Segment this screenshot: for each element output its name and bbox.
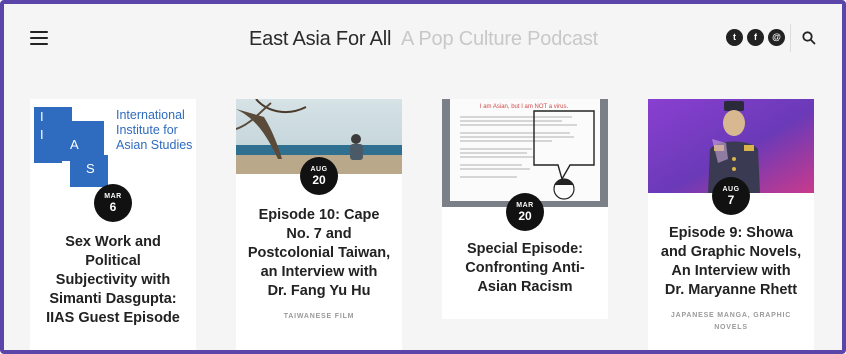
post-title-line: Political [85,253,141,269]
date-badge: AUG 7 [712,177,750,215]
post-title[interactable]: Episode 9: Showa and Graphic Novels, An … [648,224,814,300]
date-day: 20 [312,173,326,187]
post-category-line: NOVELS [714,324,748,331]
post-title-line: Postcolonial Taiwan, [247,245,391,261]
post-title-line: Dr. Fang Yu Hu [267,283,371,299]
post-card[interactable]: AUG 20 Episode 10: Cape No. 7 and Postco… [236,99,402,350]
post-title-line: an Interview with [260,264,378,280]
post-title-line: Confronting Anti- [465,260,585,276]
post-card[interactable]: AUG 7 Episode 9: Showa and Graphic Novel… [648,99,814,350]
date-day: 7 [727,193,735,207]
site-title[interactable]: East Asia For All [249,28,391,51]
site-tagline: A Pop Culture Podcast [401,28,599,50]
date-badge: AUG 20 [300,157,338,195]
facebook-icon[interactable]: f [747,29,764,46]
post-title-line: Asian Racism [477,279,573,295]
iias-letter: I [40,127,44,142]
post-title-line: Sex Work and [65,234,161,250]
post-title-line: Dr. Maryanne Rhett [664,282,798,298]
hamburger-menu-icon[interactable] [30,31,48,45]
post-card[interactable]: I I A S International Institute for Asia… [30,99,196,350]
iias-org-name-line: Institute for [116,123,178,137]
header-divider [790,24,791,52]
post-thumbnail-protest-sign[interactable]: I am Asian, but I am NOT a virus. [442,99,608,207]
post-title-line: Episode 9: Showa [668,225,794,241]
post-title-line: An Interview with [671,263,791,279]
post-category-link[interactable]: TAIWANESE FILM [236,311,402,323]
iias-org-name-line: International [116,108,185,122]
twitter-icon[interactable]: t [726,29,743,46]
post-title-line: Simanti Dasgupta: [49,291,177,307]
sign-headline: I am Asian, but I am NOT a virus. [480,104,569,110]
post-title-line: and Graphic Novels, [660,244,802,260]
iias-letter: S [86,161,95,176]
post-title-line: Special Episode: [466,241,584,257]
post-card[interactable]: I am Asian, but I am NOT a virus. MAR 20… [442,99,608,319]
post-title-line: Episode 10: Cape [258,207,380,223]
post-title[interactable]: Sex Work and Political Subjectivity with… [30,233,196,328]
iias-org-name-line: Asian Studies [116,138,192,152]
date-day: 20 [518,209,532,223]
post-title[interactable]: Special Episode: Confronting Anti- Asian… [442,240,608,297]
post-title-line: IIAS Guest Episode [46,310,180,326]
post-category-link[interactable]: JAPANESE MANGA, GRAPHIC NOVELS [648,310,814,334]
search-icon[interactable] [801,30,817,46]
post-title-line: No. 7 and [286,226,352,242]
site-header: East Asia For All A Pop Culture Podcast … [4,4,842,76]
email-icon[interactable]: @ [768,29,785,46]
page-frame: East Asia For All A Pop Culture Podcast … [0,0,846,354]
date-day: 6 [109,200,117,214]
date-badge: MAR 6 [94,184,132,222]
post-title[interactable]: Episode 10: Cape No. 7 and Postcolonial … [236,206,402,301]
date-badge: MAR 20 [506,193,544,231]
post-title-line: Subjectivity with [55,272,171,288]
iias-letter: I [40,109,44,124]
post-category-line: JAPANESE MANGA, GRAPHIC [670,312,792,319]
iias-letter: A [70,137,79,152]
